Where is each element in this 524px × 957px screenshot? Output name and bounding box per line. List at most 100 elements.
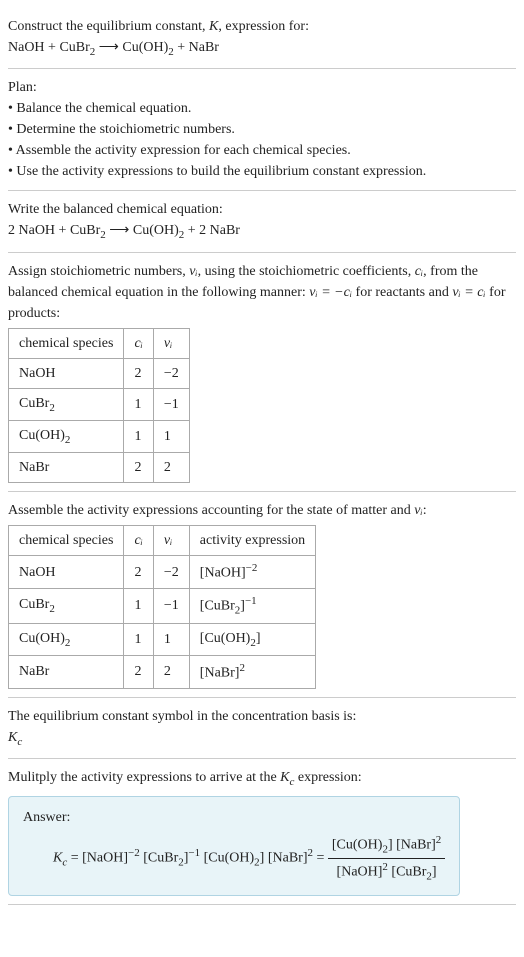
cell-activity: [NaBr]2	[189, 656, 315, 689]
stoich-section: Assign stoichiometric numbers, νᵢ, using…	[8, 253, 516, 493]
cell-c: 1	[124, 588, 153, 623]
exp: 2	[436, 834, 442, 846]
ae-close: ]	[256, 631, 261, 646]
cell-c: 1	[124, 420, 153, 452]
d-c: ]	[432, 865, 437, 880]
cell-species: NaOH	[9, 556, 124, 589]
d-a: [NaOH]	[337, 865, 383, 880]
plan-section: Plan: • Balance the chemical equation. •…	[8, 69, 516, 191]
cell-nu: 1	[153, 420, 189, 452]
cell-species: Cu(OH)2	[9, 623, 124, 655]
kc-symbol: Kc	[8, 727, 516, 750]
table-header-row: chemical species cᵢ νᵢ	[9, 328, 190, 358]
ae-base: [NaBr]	[200, 666, 240, 681]
cell-c: 2	[124, 656, 153, 689]
symbol-section: The equilibrium constant symbol in the c…	[8, 698, 516, 759]
sp-text: Cu(OH)	[19, 631, 65, 646]
term: [Cu(OH)	[200, 851, 254, 866]
ae-base: [CuBr	[200, 599, 235, 614]
final-title: Mulitply the activity expressions to arr…	[8, 767, 516, 790]
arrow: ⟶	[106, 223, 133, 238]
k: K	[280, 770, 289, 785]
table-header-row: chemical species cᵢ νᵢ activity expressi…	[9, 526, 316, 556]
equals: =	[67, 851, 82, 866]
table-row: CuBr2 1 −1	[9, 388, 190, 420]
th-nui: νᵢ	[153, 328, 189, 358]
term: ] [NaBr]	[260, 851, 308, 866]
cell-species: CuBr2	[9, 388, 124, 420]
cell-nu: −2	[153, 556, 189, 589]
eq-plus: + NaBr	[174, 40, 219, 55]
sp-text: CuBr	[19, 597, 49, 612]
balanced-section: Write the balanced chemical equation: 2 …	[8, 191, 516, 252]
answer-box: Answer: Kc = [NaOH]−2 [CuBr2]−1 [Cu(OH)2…	[8, 796, 460, 896]
cell-species: NaOH	[9, 358, 124, 388]
sub: 2	[49, 401, 55, 413]
eq-lhs: NaOH + CuBr	[8, 40, 90, 55]
ae-exp: 2	[239, 662, 245, 674]
cell-species: NaBr	[9, 453, 124, 483]
ae-base: [NaOH]	[200, 566, 246, 581]
nu-i: νᵢ	[189, 264, 197, 279]
cell-c: 2	[124, 358, 153, 388]
cell-species: CuBr2	[9, 588, 124, 623]
ft-a: Mulitply the activity expressions to arr…	[8, 770, 280, 785]
k: K	[53, 851, 62, 866]
th-ci: cᵢ	[124, 526, 153, 556]
table-row: CuBr2 1 −1 [CuBr2]−1	[9, 588, 316, 623]
unbalanced-equation: NaOH + CuBr2 ⟶ Cu(OH)2 + NaBr	[8, 37, 516, 60]
sub: 2	[65, 637, 71, 649]
stoich-intro: Assign stoichiometric numbers, νᵢ, using…	[8, 261, 516, 324]
denominator: [NaOH]2 [CuBr2]	[328, 859, 445, 885]
cell-activity: [CuBr2]−1	[189, 588, 315, 623]
rel1: νᵢ = −cᵢ	[309, 285, 352, 300]
cell-activity: [NaOH]−2	[189, 556, 315, 589]
stoich-text: , using the stoichiometric coefficients,	[198, 264, 415, 279]
th-species: chemical species	[9, 526, 124, 556]
exp: −2	[128, 847, 140, 859]
sub: 2	[49, 603, 55, 615]
table-row: Cu(OH)2 1 1	[9, 420, 190, 452]
sp-text: CuBr	[19, 396, 49, 411]
cell-c: 1	[124, 623, 153, 655]
activity-title: Assemble the activity expressions accoun…	[8, 500, 516, 521]
numerator: [Cu(OH)2] [NaBr]2	[328, 832, 445, 859]
term: [NaOH]	[82, 851, 128, 866]
eq-rhs: Cu(OH)	[122, 40, 168, 55]
arrow: ⟶	[95, 40, 122, 55]
k-symbol: K	[209, 19, 218, 34]
plan-title: Plan:	[8, 77, 516, 98]
cell-c: 2	[124, 556, 153, 589]
plan-bullet: • Assemble the activity expression for e…	[8, 140, 516, 161]
prompt-text-b: , expression for:	[218, 19, 309, 34]
cell-species: Cu(OH)2	[9, 420, 124, 452]
c-i: cᵢ	[415, 264, 423, 279]
activity-section: Assemble the activity expressions accoun…	[8, 492, 516, 698]
act-text: :	[423, 503, 427, 518]
cell-species: NaBr	[9, 656, 124, 689]
balanced-title: Write the balanced chemical equation:	[8, 199, 516, 220]
stoich-table: chemical species cᵢ νᵢ NaOH 2 −2 CuBr2 1…	[8, 328, 190, 484]
stoich-text: Assign stoichiometric numbers,	[8, 264, 189, 279]
cell-c: 1	[124, 388, 153, 420]
equals: =	[313, 851, 328, 866]
plan-bullet: • Balance the chemical equation.	[8, 98, 516, 119]
ae-base: [Cu(OH)	[200, 631, 251, 646]
prompt-line: Construct the equilibrium constant, K, e…	[8, 16, 516, 37]
activity-table: chemical species cᵢ νᵢ activity expressi…	[8, 525, 316, 689]
c-sub: c	[17, 736, 22, 748]
n-a: [Cu(OH)	[332, 838, 383, 853]
ae-exp: −1	[245, 595, 257, 607]
term: [CuBr	[140, 851, 179, 866]
plan-bullet: • Use the activity expressions to build …	[8, 161, 516, 182]
act-text: Assemble the activity expressions accoun…	[8, 503, 414, 518]
stoich-text: for reactants and	[352, 285, 452, 300]
ft-b: expression:	[294, 770, 361, 785]
final-section: Mulitply the activity expressions to arr…	[8, 759, 516, 905]
cell-nu: −2	[153, 358, 189, 388]
cell-nu: 2	[153, 453, 189, 483]
beq-c: + 2 NaBr	[184, 223, 240, 238]
table-row: Cu(OH)2 1 1 [Cu(OH)2]	[9, 623, 316, 655]
plan-bullet: • Determine the stoichiometric numbers.	[8, 119, 516, 140]
th-nui: νᵢ	[153, 526, 189, 556]
